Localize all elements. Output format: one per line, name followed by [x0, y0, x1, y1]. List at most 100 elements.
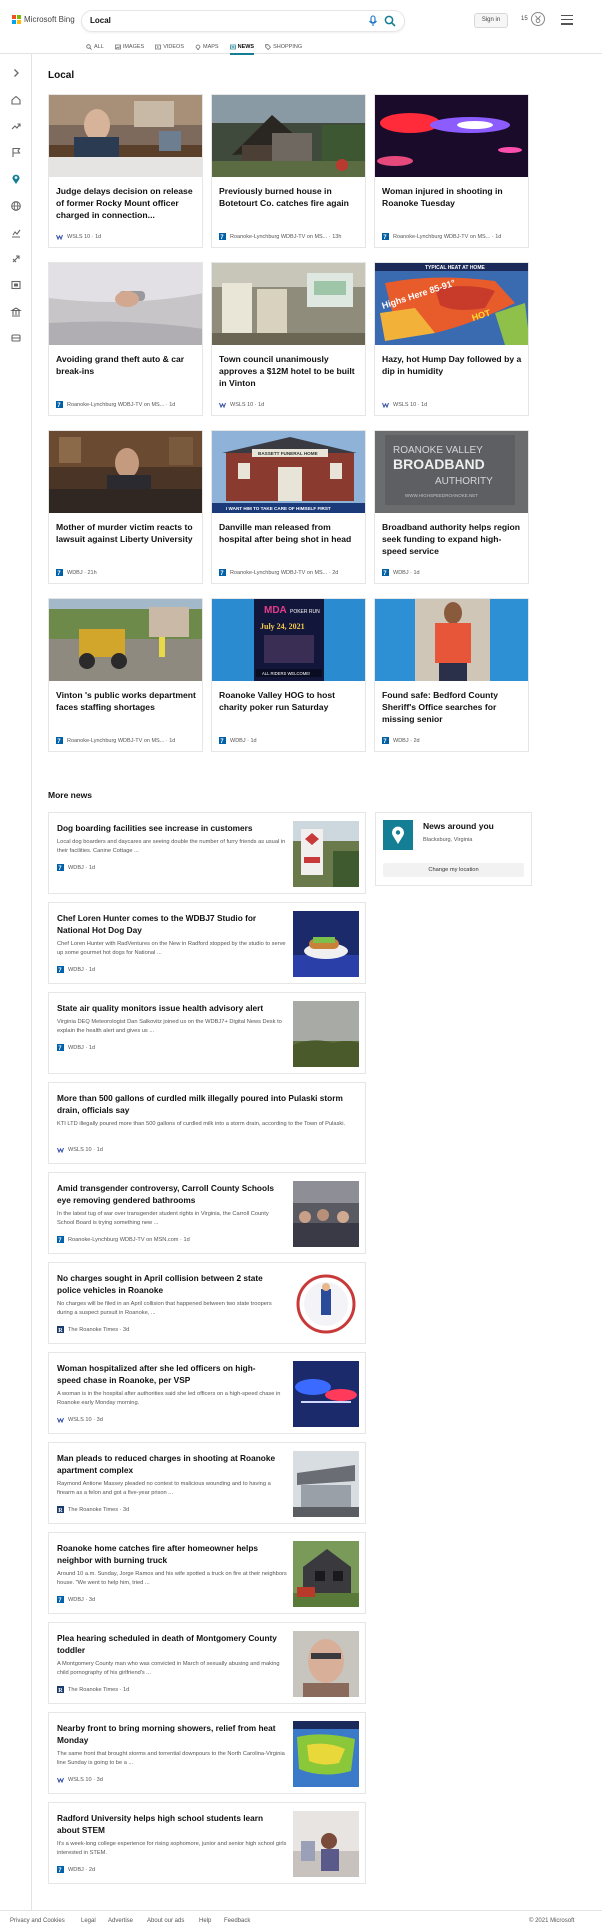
news-item-3[interactable]: State air quality monitors issue health … — [48, 992, 366, 1074]
news-card-9[interactable]: ROANOKE VALLEY BROADBAND AUTHORITY WWW.H… — [374, 430, 529, 584]
news-item-title[interactable]: Chef Loren Hunter comes to the WDBJ7 Stu… — [57, 912, 279, 936]
news-item-7[interactable]: Woman hospitalized after she led officer… — [48, 1352, 366, 1434]
trending-icon[interactable] — [10, 120, 22, 132]
search-box[interactable]: Local — [82, 11, 404, 31]
tab-shopping[interactable]: SHOPPING — [265, 41, 302, 53]
tab-all[interactable]: ALL — [86, 41, 104, 53]
news-card-3[interactable]: Woman injured in shooting in Roanoke Tue… — [374, 94, 529, 248]
home-icon[interactable] — [10, 94, 22, 106]
news-card-12[interactable]: Found safe: Bedford County Sheriff's Off… — [374, 598, 529, 752]
flag-icon[interactable] — [10, 146, 22, 158]
news-item-6[interactable]: No charges sought in April collision bet… — [48, 1262, 366, 1344]
news-item-title[interactable]: Roanoke home catches fire after homeowne… — [57, 1542, 279, 1566]
news-item-10[interactable]: Plea hearing scheduled in death of Montg… — [48, 1622, 366, 1704]
news-item-source: R The Roanoke Times · 3d — [57, 1506, 130, 1513]
news-item-title[interactable]: Dog boarding facilities see increase in … — [57, 822, 279, 834]
card-title[interactable]: Vinton 's public works department faces … — [56, 689, 198, 713]
science-rocket-icon[interactable] — [10, 253, 22, 265]
news-item-title[interactable]: Woman hospitalized after she led officer… — [57, 1362, 279, 1386]
card-title[interactable]: Judge delays decision on release of form… — [56, 185, 198, 221]
card-title[interactable]: Danville man released from hospital afte… — [219, 521, 361, 545]
card-image-poker-run-flyer: MDA POKER RUN July 24, 2021 ALL RIDERS W… — [212, 599, 365, 681]
news-card-1[interactable]: Judge delays decision on release of form… — [48, 94, 203, 248]
footer-link-feedback[interactable]: Feedback — [224, 1918, 250, 1924]
news-card-4[interactable]: Avoiding grand theft auto & car break-in… — [48, 262, 203, 416]
news-item-source: 7 WDBJ · 1d — [57, 966, 96, 973]
sign-in-button[interactable]: Sign in — [474, 13, 508, 28]
rewards-badge[interactable]: 15 — [521, 12, 545, 26]
wsls-logo-icon — [57, 1776, 64, 1783]
card-image-mother-interview — [49, 431, 202, 513]
sports-card-icon[interactable] — [10, 332, 22, 344]
news-item-title[interactable]: Nearby front to bring morning showers, r… — [57, 1722, 279, 1746]
card-title[interactable]: Town council unanimously approves a $12M… — [219, 353, 361, 389]
search-input[interactable]: Local — [90, 16, 111, 25]
source-age: 21h — [87, 569, 97, 576]
hamburger-menu-icon[interactable] — [561, 15, 573, 25]
local-pin-icon[interactable] — [10, 173, 22, 185]
footer-link-about-ads[interactable]: About our ads — [147, 1918, 184, 1924]
card-title[interactable]: Previously burned house in Botetourt Co.… — [219, 185, 361, 209]
card-source: WSLS 10 · 1d — [382, 401, 427, 408]
news-item-source: 7 WDBJ · 2d — [57, 1866, 96, 1873]
news-card-10[interactable]: Vinton 's public works department faces … — [48, 598, 203, 752]
card-title[interactable]: Hazy, hot Hump Day followed by a dip in … — [382, 353, 524, 377]
news-item-title[interactable]: No charges sought in April collision bet… — [57, 1272, 279, 1296]
globe-icon[interactable] — [10, 200, 22, 212]
card-title[interactable]: Woman injured in shooting in Roanoke Tue… — [382, 185, 524, 209]
news-card-11[interactable]: MDA POKER RUN July 24, 2021 ALL RIDERS W… — [211, 598, 366, 752]
news-item-12[interactable]: Radford University helps high school stu… — [48, 1802, 366, 1884]
source-name: WDBJ — [68, 1044, 84, 1051]
news-card-2[interactable]: Previously burned house in Botetourt Co.… — [211, 94, 366, 248]
card-title[interactable]: Roanoke Valley HOG to host charity poker… — [219, 689, 361, 713]
card-title[interactable]: Broadband authority helps region seek fu… — [382, 521, 524, 557]
broadband-sign-url: WWW.HIGHSPEEDROANOKE.NET — [405, 493, 478, 498]
news-item-title[interactable]: Amid transgender controversy, Carroll Co… — [57, 1182, 279, 1206]
source-name: Roanoke-Lynchburg WDBJ-TV on MS... — [67, 737, 165, 744]
news-item-8[interactable]: Man pleads to reduced charges in shootin… — [48, 1442, 366, 1524]
news-thumb-state-seal — [293, 1271, 359, 1337]
search-icon[interactable] — [384, 15, 396, 27]
expand-chevron-icon[interactable] — [10, 67, 22, 79]
tab-images[interactable]: IMAGES — [114, 41, 144, 53]
news-item-4[interactable]: More than 500 gallons of curdled milk il… — [48, 1082, 366, 1164]
news-card-5[interactable]: Town council unanimously approves a $12M… — [211, 262, 366, 416]
news-item-11[interactable]: Nearby front to bring morning showers, r… — [48, 1712, 366, 1794]
news-item-title[interactable]: Plea hearing scheduled in death of Montg… — [57, 1632, 279, 1656]
card-title[interactable]: Mother of murder victim reacts to lawsui… — [56, 521, 198, 545]
bing-logo[interactable]: Microsoft Bing — [12, 15, 75, 24]
card-title[interactable]: Found safe: Bedford County Sheriff's Off… — [382, 689, 524, 725]
change-location-button[interactable]: Change my location — [383, 863, 524, 877]
footer-link-privacy[interactable]: Privacy and Cookies — [10, 1918, 65, 1924]
wdbj-logo-icon: 7 — [57, 1236, 64, 1243]
footer-link-legal[interactable]: Legal — [81, 1918, 96, 1924]
source-name: WSLS 10 — [68, 1776, 92, 1783]
microphone-icon[interactable] — [367, 15, 379, 27]
card-source: 7 WDBJ · 21h — [56, 569, 97, 576]
tab-news[interactable]: NEWS — [229, 41, 254, 55]
news-item-title[interactable]: Man pleads to reduced charges in shootin… — [57, 1452, 279, 1476]
news-item-9[interactable]: Roanoke home catches fire after homeowne… — [48, 1532, 366, 1614]
news-card-7[interactable]: Mother of murder victim reacts to lawsui… — [48, 430, 203, 584]
news-thumb-burned-home — [293, 1541, 359, 1607]
news-card-6[interactable]: TYPICAL HEAT AT HOME Highs Here 85-91° H… — [374, 262, 529, 416]
news-item-1[interactable]: Dog boarding facilities see increase in … — [48, 812, 366, 894]
news-item-title[interactable]: More than 500 gallons of curdled milk il… — [57, 1092, 357, 1116]
news-item-2[interactable]: Chef Loren Hunter comes to the WDBJ7 Stu… — [48, 902, 366, 984]
politics-building-icon[interactable] — [10, 306, 22, 318]
tab-maps[interactable]: MAPS — [195, 41, 219, 53]
footer-link-help[interactable]: Help — [199, 1918, 211, 1924]
money-chart-icon[interactable] — [10, 227, 22, 239]
news-item-5[interactable]: Amid transgender controversy, Carroll Co… — [48, 1172, 366, 1254]
footer-link-advertise[interactable]: Advertise — [108, 1918, 133, 1924]
news-item-desc: A woman is in the hospital after authori… — [57, 1391, 281, 1406]
source-age: 1d — [96, 1146, 103, 1153]
card-image-funeral-home: BASSETT FUNERAL HOME I WANT HIM TO TAKE … — [212, 431, 365, 513]
tab-videos[interactable]: VIDEOS — [155, 41, 184, 53]
news-item-title[interactable]: State air quality monitors issue health … — [57, 1002, 279, 1014]
news-item-title[interactable]: Radford University helps high school stu… — [57, 1812, 279, 1836]
card-title[interactable]: Avoiding grand theft auto & car break-in… — [56, 353, 198, 377]
news-card-8[interactable]: BASSETT FUNERAL HOME I WANT HIM TO TAKE … — [211, 430, 366, 584]
entertainment-icon[interactable] — [10, 279, 22, 291]
wdbj-logo-icon: 7 — [57, 1866, 64, 1873]
